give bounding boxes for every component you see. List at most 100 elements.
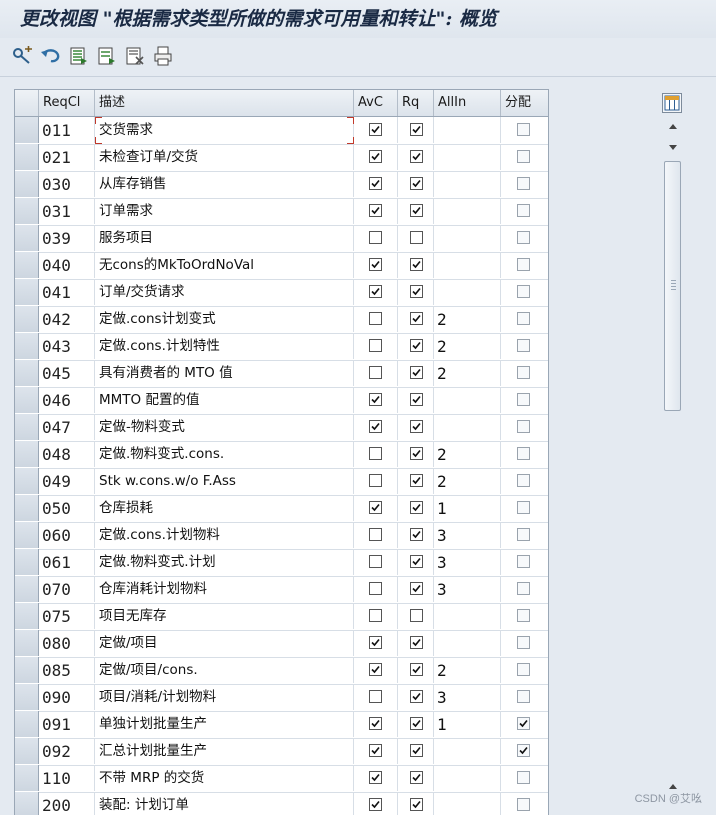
rq-checkbox[interactable] — [410, 339, 423, 352]
reqcl-cell[interactable]: 046 — [39, 387, 95, 413]
print-icon[interactable] — [152, 45, 174, 67]
allin-cell[interactable]: 2 — [434, 468, 501, 494]
allin-cell[interactable] — [434, 225, 501, 251]
rq-checkbox[interactable] — [410, 501, 423, 514]
table-row[interactable]: 110 不带 MRP 的交货 — [15, 765, 548, 793]
reqcl-cell[interactable]: 200 — [39, 792, 95, 815]
reqcl-cell[interactable]: 075 — [39, 603, 95, 629]
table-row[interactable]: 070 仓库消耗计划物料 3 — [15, 576, 548, 604]
rq-checkbox[interactable] — [410, 177, 423, 190]
description-cell[interactable]: 不带 MRP 的交货 — [95, 765, 354, 791]
avc-checkbox[interactable] — [369, 204, 382, 217]
rq-checkbox[interactable] — [410, 150, 423, 163]
row-selector[interactable] — [15, 117, 39, 143]
row-selector[interactable] — [15, 657, 39, 683]
avc-checkbox[interactable] — [369, 177, 382, 190]
fp-checkbox[interactable] — [517, 312, 530, 325]
table-row[interactable]: 011 交货需求 — [15, 117, 548, 145]
allin-cell[interactable]: 2 — [434, 441, 501, 467]
description-cell[interactable]: Stk w.cons.w/o F.Ass — [95, 468, 354, 494]
row-selector[interactable] — [15, 252, 39, 278]
fp-checkbox[interactable] — [517, 690, 530, 703]
rq-checkbox[interactable] — [410, 555, 423, 568]
allin-cell[interactable]: 1 — [434, 495, 501, 521]
allin-cell[interactable]: 2 — [434, 333, 501, 359]
fp-checkbox[interactable] — [517, 636, 530, 649]
fp-checkbox[interactable] — [517, 285, 530, 298]
table-row[interactable]: 030 从库存销售 — [15, 171, 548, 199]
row-selector[interactable] — [15, 333, 39, 359]
description-cell[interactable]: 装配: 计划订单 — [95, 792, 354, 815]
description-cell[interactable]: 项目无库存 — [95, 603, 354, 629]
avc-checkbox[interactable] — [369, 636, 382, 649]
avc-checkbox[interactable] — [369, 582, 382, 595]
reqcl-cell[interactable]: 110 — [39, 765, 95, 791]
row-selector[interactable] — [15, 198, 39, 224]
avc-checkbox[interactable] — [369, 312, 382, 325]
reqcl-cell[interactable]: 045 — [39, 360, 95, 386]
fp-checkbox[interactable] — [517, 393, 530, 406]
rq-checkbox[interactable] — [410, 474, 423, 487]
rq-checkbox[interactable] — [410, 609, 423, 622]
allin-cell[interactable]: 3 — [434, 522, 501, 548]
table-row[interactable]: 048 定做.物料变式.cons. 2 — [15, 441, 548, 469]
row-selector[interactable] — [15, 522, 39, 548]
avc-checkbox[interactable] — [369, 285, 382, 298]
row-selector[interactable] — [15, 360, 39, 386]
fp-checkbox[interactable] — [517, 204, 530, 217]
fp-checkbox[interactable] — [517, 474, 530, 487]
reqcl-cell[interactable]: 031 — [39, 198, 95, 224]
description-cell[interactable]: 定做.cons.计划物料 — [95, 522, 354, 548]
avc-checkbox[interactable] — [369, 366, 382, 379]
rq-checkbox[interactable] — [410, 528, 423, 541]
scroll-page-down-icon[interactable] — [663, 141, 682, 155]
description-cell[interactable]: 单独计划批量生产 — [95, 711, 354, 737]
table-row[interactable]: 080 定做/项目 — [15, 630, 548, 658]
row-selector[interactable] — [15, 225, 39, 251]
description-cell[interactable]: 未检查订单/交货 — [95, 144, 354, 170]
avc-checkbox[interactable] — [369, 447, 382, 460]
allin-cell[interactable] — [434, 198, 501, 224]
allin-cell[interactable] — [434, 792, 501, 815]
table-row[interactable]: 042 定做.cons计划变式 2 — [15, 306, 548, 334]
rq-checkbox[interactable] — [410, 231, 423, 244]
table-row[interactable]: 040 无cons的MkToOrdNoVal — [15, 252, 548, 280]
row-selector[interactable] — [15, 630, 39, 656]
description-cell[interactable]: 仓库消耗计划物料 — [95, 576, 354, 602]
reqcl-cell[interactable]: 070 — [39, 576, 95, 602]
table-row[interactable]: 046 MMTO 配置的值 — [15, 387, 548, 415]
avc-checkbox[interactable] — [369, 501, 382, 514]
description-cell[interactable]: 定做/项目/cons. — [95, 657, 354, 683]
fp-checkbox[interactable] — [517, 609, 530, 622]
avc-checkbox[interactable] — [369, 609, 382, 622]
description-cell[interactable]: 定做.物料变式.cons. — [95, 441, 354, 467]
fp-checkbox[interactable] — [517, 177, 530, 190]
column-header-rq[interactable]: Rq — [398, 90, 434, 116]
table-row[interactable]: 039 服务项目 — [15, 225, 548, 253]
avc-checkbox[interactable] — [369, 258, 382, 271]
allin-cell[interactable] — [434, 117, 501, 143]
description-cell[interactable]: 汇总计划批量生产 — [95, 738, 354, 764]
avc-checkbox[interactable] — [369, 339, 382, 352]
description-cell[interactable]: 定做.cons计划变式 — [95, 306, 354, 332]
description-cell[interactable]: 订单/交货请求 — [95, 279, 354, 305]
allin-cell[interactable]: 1 — [434, 711, 501, 737]
description-cell[interactable]: MMTO 配置的值 — [95, 387, 354, 413]
reqcl-cell[interactable]: 090 — [39, 684, 95, 710]
fp-checkbox[interactable] — [517, 501, 530, 514]
avc-checkbox[interactable] — [369, 555, 382, 568]
table-row[interactable]: 061 定做.物料变式.计划 3 — [15, 549, 548, 577]
reqcl-cell[interactable]: 047 — [39, 414, 95, 440]
table-row[interactable]: 045 具有消费者的 MTO 值 2 — [15, 360, 548, 388]
avc-checkbox[interactable] — [369, 150, 382, 163]
reqcl-cell[interactable]: 041 — [39, 279, 95, 305]
description-cell[interactable]: 项目/消耗/计划物料 — [95, 684, 354, 710]
rq-checkbox[interactable] — [410, 447, 423, 460]
rq-checkbox[interactable] — [410, 663, 423, 676]
fp-checkbox[interactable] — [517, 798, 530, 811]
select-all-corner[interactable] — [15, 90, 39, 116]
rq-checkbox[interactable] — [410, 258, 423, 271]
fp-checkbox[interactable] — [517, 582, 530, 595]
reqcl-cell[interactable]: 060 — [39, 522, 95, 548]
rq-checkbox[interactable] — [410, 285, 423, 298]
